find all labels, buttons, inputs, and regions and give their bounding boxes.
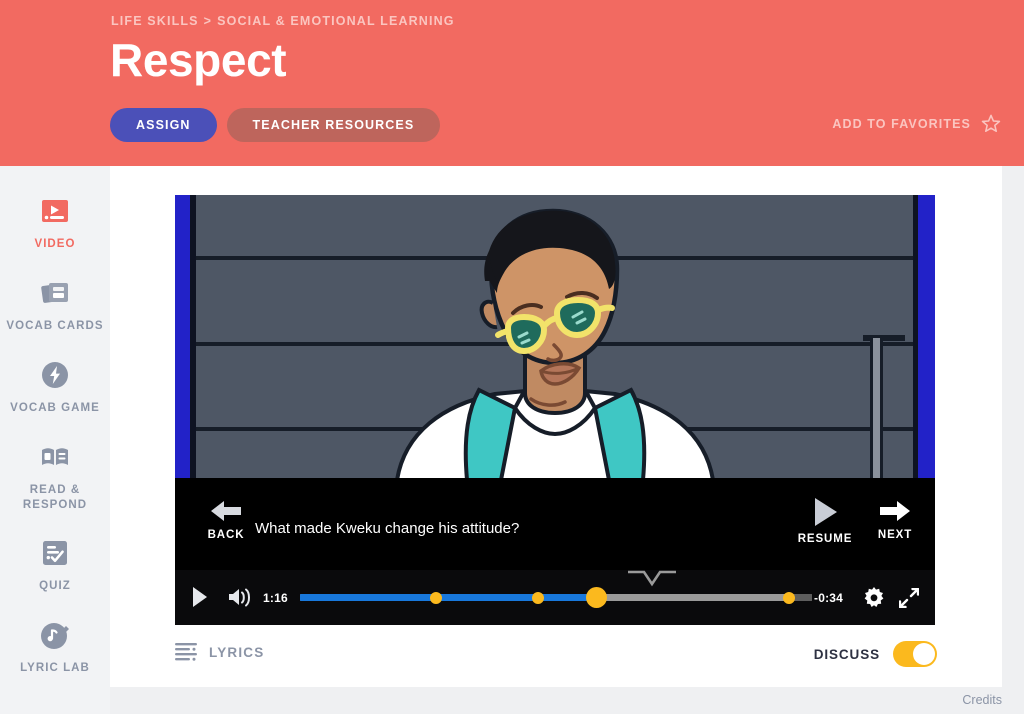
credits-link[interactable]: Credits	[962, 693, 1002, 707]
seek-playhead-thumb[interactable]	[586, 587, 608, 608]
back-label: BACK	[207, 529, 245, 541]
content-panel: BACK What made Kweku change his attitude…	[110, 166, 1002, 687]
play-triangle-icon	[815, 498, 837, 526]
next-button[interactable]: NEXT	[866, 498, 924, 541]
video-icon	[42, 200, 68, 222]
seek-chapter-marker[interactable]	[532, 591, 545, 604]
playhead-notch-icon	[628, 570, 676, 587]
arrow-left-icon	[211, 501, 241, 521]
video-letterbox	[175, 478, 935, 480]
discuss-toggle-group[interactable]: DISCUSS	[814, 641, 937, 667]
breadcrumb-parent[interactable]: LIFE SKILLS	[111, 14, 199, 28]
next-label: NEXT	[877, 529, 913, 541]
volume-on-icon[interactable]	[227, 586, 251, 608]
lyrics-label: LYRICS	[209, 644, 265, 660]
gear-icon[interactable]	[863, 587, 885, 609]
cards-icon	[41, 283, 68, 303]
resume-button[interactable]: RESUME	[789, 496, 861, 545]
lyrics-lines-icon	[175, 643, 197, 661]
remaining-time: -0:34	[814, 591, 844, 605]
music-note-icon	[41, 623, 69, 649]
sidebar-item-label: LYRIC LAB	[20, 662, 90, 674]
sidebar-item-video[interactable]: VIDEO	[0, 194, 110, 252]
sidebar-item-label: VOCAB GAME	[10, 402, 100, 414]
teacher-resources-button[interactable]: TEACHER RESOURCES	[226, 108, 441, 142]
lyrics-button[interactable]: LYRICS	[175, 643, 264, 661]
back-button[interactable]: BACK	[197, 498, 255, 541]
sidebar-item-vocab-cards[interactable]: VOCAB CARDS	[0, 276, 110, 334]
toggle-knob	[913, 643, 935, 665]
sidebar-item-lyric-lab[interactable]: LYRIC LAB	[0, 618, 110, 676]
video-player[interactable]: BACK What made Kweku change his attitude…	[175, 195, 935, 625]
add-to-favorites-label: ADD TO FAVORITES	[832, 117, 971, 131]
play-icon[interactable]	[191, 586, 209, 608]
question-text: What made Kweku change his attitude?	[255, 520, 520, 537]
question-overlay-bar: BACK What made Kweku change his attitude…	[175, 481, 935, 570]
page-title: Respect	[110, 34, 287, 86]
breadcrumb-current[interactable]: SOCIAL & EMOTIONAL LEARNING	[217, 14, 455, 28]
header-actions: ASSIGN TEACHER RESOURCES	[110, 108, 441, 142]
assign-button[interactable]: ASSIGN	[110, 108, 217, 142]
sidebar-item-label: VOCAB CARDS	[6, 320, 104, 332]
resume-label: RESUME	[797, 533, 853, 545]
sidebar-item-label: READ & RESPOND	[22, 484, 88, 511]
seek-chapter-marker[interactable]	[430, 591, 443, 604]
seek-played-progress	[300, 594, 597, 601]
sidebar-item-vocab-game[interactable]: VOCAB GAME	[0, 358, 110, 416]
breadcrumb: LIFE SKILLS > SOCIAL & EMOTIONAL LEARNING	[111, 14, 455, 28]
elapsed-time: 1:16	[263, 591, 288, 605]
sidebar-item-label: QUIZ	[39, 580, 71, 592]
sidebar-item-quiz[interactable]: QUIZ	[0, 536, 110, 594]
discuss-toggle[interactable]	[893, 641, 937, 667]
page-header: LIFE SKILLS > SOCIAL & EMOTIONAL LEARNING …	[0, 0, 1024, 166]
sidebar-item-label: VIDEO	[34, 238, 76, 250]
add-to-favorites-button[interactable]: ADD TO FAVORITES	[832, 113, 1002, 135]
discuss-label: DISCUSS	[813, 646, 880, 662]
expand-icon[interactable]	[899, 588, 919, 608]
checklist-icon	[43, 541, 67, 565]
lightning-bolt-icon	[42, 362, 68, 388]
star-outline-icon	[981, 114, 1001, 133]
arrow-right-icon	[880, 501, 910, 521]
sidebar-item-read-respond[interactable]: READ & RESPOND	[0, 440, 110, 513]
sidebar-nav: VIDEO VOCAB CARDS VOCAB GAME READ & RESP…	[0, 166, 110, 714]
video-frame	[175, 195, 935, 480]
seek-chapter-marker[interactable]	[782, 591, 795, 604]
open-book-icon	[42, 448, 68, 465]
breadcrumb-separator-icon: >	[203, 14, 213, 28]
page-root: LIFE SKILLS > SOCIAL & EMOTIONAL LEARNING …	[0, 0, 1024, 714]
character-illustration	[394, 208, 716, 480]
seek-bar[interactable]	[300, 587, 812, 608]
player-control-bar: 1:16 -0:34	[175, 570, 935, 625]
